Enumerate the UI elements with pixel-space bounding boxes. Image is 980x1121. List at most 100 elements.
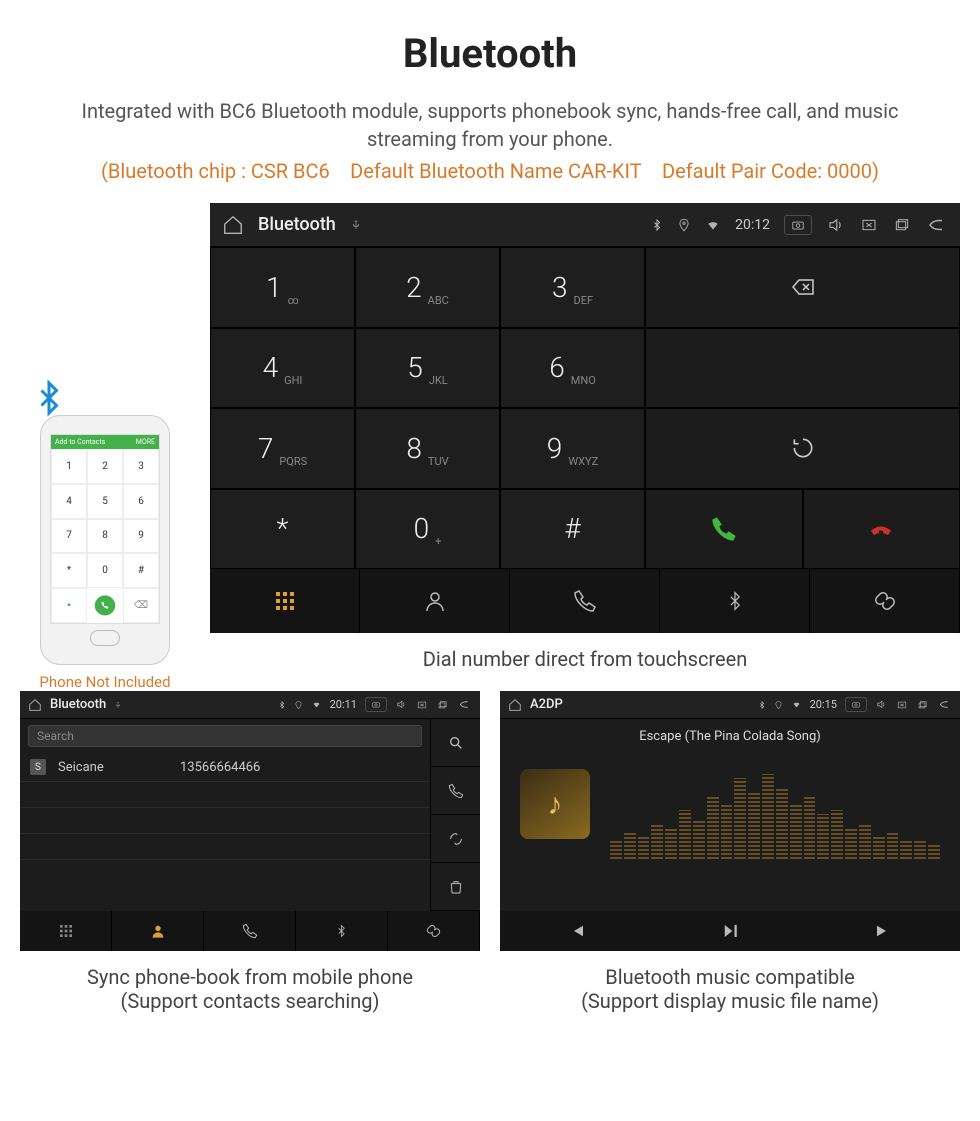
phone-note: Phone Not Included (20, 673, 190, 691)
hangup-button[interactable] (803, 489, 961, 570)
digit: 0 (414, 512, 430, 545)
keypad: 1∞ 2ABC 3DEF 4GHI 5JKL 6MNO 7PQRS 8TUV 9… (210, 247, 645, 569)
backspace-button[interactable] (645, 247, 960, 328)
key-6[interactable]: 6MNO (500, 328, 645, 409)
phone-home-button[interactable] (90, 630, 120, 646)
contacts-device: Bluetooth 20:11 Search S Seicane (20, 691, 480, 951)
close-app-icon[interactable] (896, 700, 908, 710)
camera-icon[interactable] (784, 215, 812, 235)
call-contact-icon[interactable] (430, 767, 480, 815)
search-icon[interactable] (430, 719, 480, 767)
contacts-list: Search S Seicane 13566664466 (20, 719, 430, 911)
key-5[interactable]: 5JKL (355, 328, 500, 409)
phone-key[interactable]: # (123, 553, 159, 588)
phone-key[interactable]: 0 (87, 553, 123, 588)
recent-apps-icon[interactable] (916, 700, 928, 710)
music-body: Escape (The Pina Colada Song) ♪ (500, 719, 960, 911)
key-3[interactable]: 3DEF (500, 247, 645, 328)
search-input[interactable]: Search (28, 725, 422, 747)
statusbar: Bluetooth 20:11 (20, 691, 480, 719)
phone-key[interactable]: 6 (123, 484, 159, 519)
page-subtitle: Integrated with BC6 Bluetooth module, su… (60, 97, 920, 153)
nav-bluetooth[interactable] (660, 569, 810, 633)
phone-key[interactable]: 8 (87, 519, 123, 554)
caption-line1: Sync phone-book from mobile phone (87, 965, 413, 989)
letters: DEF (573, 294, 593, 307)
nav-bluetooth[interactable] (296, 911, 388, 951)
sync-icon[interactable] (430, 815, 480, 863)
key-star[interactable]: * (210, 489, 355, 570)
digit: 9 (547, 432, 563, 465)
call-icon[interactable] (94, 595, 116, 616)
home-icon[interactable] (222, 214, 244, 236)
bluetooth-status-icon (651, 217, 663, 233)
empty-row (645, 328, 960, 409)
statusbar: Bluetooth 20:12 (210, 203, 960, 247)
video-icon[interactable]: ▪ (51, 588, 87, 623)
next-track-button[interactable] (807, 911, 960, 951)
play-pause-button[interactable] (653, 911, 806, 951)
nav-keypad[interactable] (210, 569, 360, 633)
contact-row-empty (20, 860, 430, 886)
nav-keypad[interactable] (20, 911, 112, 951)
contact-row-empty (20, 808, 430, 834)
phone-key[interactable]: 3 (123, 449, 159, 484)
key-7[interactable]: 7PQRS (210, 408, 355, 489)
nav-pair[interactable] (810, 569, 960, 633)
close-app-icon[interactable] (416, 700, 428, 710)
dialer-side (645, 247, 960, 569)
backspace-icon[interactable]: ⌫ (123, 588, 159, 623)
key-8[interactable]: 8TUV (355, 408, 500, 489)
recent-apps-icon[interactable] (436, 700, 448, 710)
home-icon[interactable] (508, 698, 522, 712)
key-9[interactable]: 9WXYZ (500, 408, 645, 489)
bluetooth-status-icon (278, 700, 286, 710)
call-button[interactable] (645, 489, 803, 570)
bluetooth-icon (31, 376, 67, 420)
phone-key[interactable]: 7 (51, 519, 87, 554)
camera-icon[interactable] (845, 697, 867, 712)
digit: # (564, 512, 580, 545)
key-1[interactable]: 1∞ (210, 247, 355, 328)
camera-icon[interactable] (365, 697, 387, 712)
prev-track-button[interactable] (500, 911, 653, 951)
letters: + (435, 535, 441, 548)
volume-icon[interactable] (826, 216, 846, 234)
redial-button[interactable] (645, 408, 960, 489)
contact-row-empty (20, 782, 430, 808)
phone-key[interactable]: 5 (87, 484, 123, 519)
nav-recent[interactable] (510, 569, 660, 633)
caption-line2: (Support contacts searching) (20, 989, 480, 1013)
nav-pair[interactable] (388, 911, 480, 951)
digit: 5 (407, 351, 423, 384)
key-hash[interactable]: # (500, 489, 645, 570)
volume-icon[interactable] (875, 699, 888, 710)
contact-name: Seicane (58, 760, 168, 775)
back-icon[interactable] (936, 699, 952, 710)
phone-key[interactable]: 9 (123, 519, 159, 554)
key-2[interactable]: 2ABC (355, 247, 500, 328)
close-app-icon[interactable] (860, 217, 878, 233)
contact-row[interactable]: S Seicane 13566664466 (20, 753, 430, 782)
key-4[interactable]: 4GHI (210, 328, 355, 409)
phone-key[interactable]: 4 (51, 484, 87, 519)
key-0[interactable]: 0+ (355, 489, 500, 570)
page-title: Bluetooth (0, 30, 980, 77)
phone-key[interactable]: 1 (51, 449, 87, 484)
statusbar-title: A2DP (530, 697, 563, 712)
statusbar-title: Bluetooth (258, 214, 336, 235)
digit: 4 (263, 351, 279, 384)
home-icon[interactable] (28, 698, 42, 712)
nav-recent[interactable] (204, 911, 296, 951)
back-icon[interactable] (924, 216, 948, 234)
phone-key[interactable]: * (51, 553, 87, 588)
volume-icon[interactable] (395, 699, 408, 710)
back-icon[interactable] (456, 699, 472, 710)
letters: ∞ (288, 294, 299, 307)
nav-contacts[interactable] (360, 569, 510, 633)
phone-column: Add to Contacts MORE 1 2 3 4 5 6 7 8 9 *… (20, 415, 190, 691)
recent-apps-icon[interactable] (892, 217, 910, 233)
nav-contacts[interactable] (112, 911, 204, 951)
delete-icon[interactable] (430, 863, 480, 911)
phone-key[interactable]: 2 (87, 449, 123, 484)
